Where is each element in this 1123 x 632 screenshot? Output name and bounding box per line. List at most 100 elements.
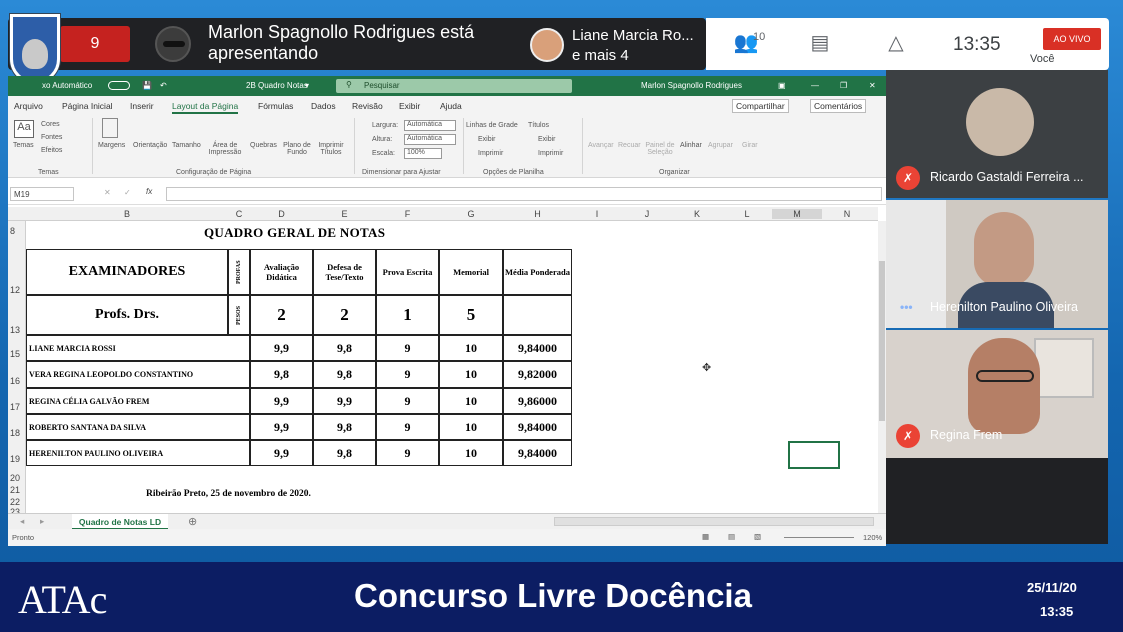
- examiner-name[interactable]: HERENILTON PAULINO OLIVEIRA: [26, 440, 250, 466]
- escala-input[interactable]: 100%: [404, 148, 442, 159]
- tab-layout-da-pagina[interactable]: Layout da Página: [172, 101, 239, 114]
- search-input[interactable]: Pesquisar: [336, 79, 572, 93]
- average-cell[interactable]: 9,84000: [503, 440, 572, 466]
- name-box[interactable]: M19: [10, 187, 74, 201]
- close-icon[interactable]: ✕: [869, 81, 876, 90]
- agrupar-button[interactable]: Agrupar: [708, 142, 733, 149]
- weight-cell[interactable]: 1: [376, 295, 439, 335]
- activities-icon[interactable]: △: [882, 30, 910, 54]
- titulos-exibir-checkbox[interactable]: Exibir: [538, 136, 556, 143]
- ribbon-display-icon[interactable]: ▣: [778, 81, 786, 90]
- girar-button[interactable]: Girar: [742, 142, 758, 149]
- recuar-button[interactable]: Recuar: [618, 142, 641, 149]
- examiner-name[interactable]: REGINA CÉLIA GALVÃO FREM: [26, 388, 250, 414]
- profs-header[interactable]: Profs. Drs.: [26, 295, 228, 335]
- examiner-name[interactable]: LIANE MARCIA ROSSI: [26, 335, 250, 361]
- col-header[interactable]: E: [313, 209, 376, 219]
- painel-selecao-button[interactable]: Painel de Seleção: [644, 142, 676, 156]
- fontes-button[interactable]: Fontes: [41, 134, 62, 141]
- tab-revisao[interactable]: Revisão: [352, 101, 383, 111]
- average-cell[interactable]: 9,84000: [503, 414, 572, 440]
- col-header[interactable]: C: [228, 209, 250, 219]
- score-cell[interactable]: 9,8: [313, 414, 376, 440]
- selected-cell[interactable]: [788, 441, 840, 469]
- zoom-level[interactable]: 120%: [863, 533, 882, 542]
- score-cell[interactable]: 9: [376, 361, 439, 388]
- row-header[interactable]: 15: [10, 349, 20, 359]
- titulos-imprimir-checkbox[interactable]: Imprimir: [538, 150, 563, 157]
- restore-icon[interactable]: ❐: [840, 81, 847, 90]
- temas-button[interactable]: Temas: [13, 142, 34, 149]
- row-header[interactable]: 22: [10, 497, 20, 507]
- score-cell[interactable]: 9,9: [250, 414, 313, 440]
- function-icon[interactable]: fx: [146, 187, 152, 196]
- score-cell[interactable]: 9,9: [250, 440, 313, 466]
- row-header[interactable]: 18: [10, 428, 20, 438]
- score-cell[interactable]: 10: [439, 440, 503, 466]
- sheet-tab-active[interactable]: Quadro de Notas LD: [72, 514, 168, 530]
- page-layout-icon[interactable]: ▤: [728, 532, 735, 541]
- notas-vertical-label[interactable]: PROFAS: [228, 249, 250, 295]
- examiners-header[interactable]: EXAMINADORES: [26, 249, 228, 295]
- col-header[interactable]: K: [672, 209, 722, 219]
- tab-next-icon[interactable]: ▸: [40, 516, 44, 527]
- horizontal-scrollbar[interactable]: [554, 517, 874, 526]
- normal-view-icon[interactable]: ▦: [702, 532, 709, 541]
- score-cell[interactable]: 9: [376, 414, 439, 440]
- tab-pagina-inicial[interactable]: Página Inicial: [62, 101, 113, 111]
- vertical-scrollbar[interactable]: [878, 221, 886, 513]
- examiner-name[interactable]: ROBERTO SANTANA DA SILVA: [26, 414, 250, 440]
- row-header[interactable]: 19: [10, 454, 20, 464]
- average-cell[interactable]: 9,84000: [503, 335, 572, 361]
- average-cell[interactable]: 9,82000: [503, 361, 572, 388]
- score-cell[interactable]: 10: [439, 335, 503, 361]
- zoom-slider[interactable]: [784, 537, 854, 538]
- col-header[interactable]: N: [822, 209, 872, 219]
- undo-icon[interactable]: ↶: [160, 81, 167, 90]
- row-header[interactable]: 17: [10, 402, 20, 412]
- tab-exibir[interactable]: Exibir: [399, 101, 420, 111]
- tab-dados[interactable]: Dados: [311, 101, 336, 111]
- average-cell[interactable]: 9,86000: [503, 388, 572, 414]
- linhas-exibir-checkbox[interactable]: Exibir: [478, 136, 496, 143]
- themes-icon[interactable]: Aa: [14, 120, 34, 138]
- score-cell[interactable]: 10: [439, 388, 503, 414]
- filename[interactable]: 2B Quadro Notas: [246, 81, 308, 90]
- col-header[interactable]: B: [26, 209, 228, 219]
- tab-inserir[interactable]: Inserir: [130, 101, 154, 111]
- cancel-icon[interactable]: ✕: [104, 188, 111, 197]
- chat-icon[interactable]: ▤: [806, 30, 834, 54]
- plano-fundo-button[interactable]: Plano de Fundo: [282, 142, 312, 156]
- participant-tile[interactable]: ••• Herenilton Paulino Oliveira: [886, 200, 1108, 328]
- row-header[interactable]: 16: [10, 376, 20, 386]
- row-header[interactable]: 8: [10, 226, 15, 236]
- imprimir-titulos-button[interactable]: Imprimir Títulos: [316, 142, 346, 156]
- row-header[interactable]: 21: [10, 485, 20, 495]
- row-header[interactable]: 12: [10, 285, 20, 295]
- col-header[interactable]: J: [622, 209, 672, 219]
- pesos-vertical-label[interactable]: PESOS: [228, 295, 250, 335]
- spreadsheet-grid[interactable]: QUADRO GERAL DE NOTAS EXAMINADORES PROFA…: [26, 221, 878, 513]
- weight-cell[interactable]: 2: [313, 295, 376, 335]
- score-cell[interactable]: 9: [376, 388, 439, 414]
- col-header[interactable]: G: [439, 209, 503, 219]
- enter-icon[interactable]: ✓: [124, 188, 131, 197]
- save-icon[interactable]: 💾: [142, 81, 152, 90]
- col-header[interactable]: L: [722, 209, 772, 219]
- autosave-toggle[interactable]: [108, 81, 130, 90]
- quebras-button[interactable]: Quebras: [250, 142, 277, 149]
- score-cell[interactable]: 9: [376, 440, 439, 466]
- weight-cell-empty[interactable]: [503, 295, 572, 335]
- header-media[interactable]: Média Ponderada: [503, 249, 572, 295]
- weight-cell[interactable]: 5: [439, 295, 503, 335]
- score-cell[interactable]: 10: [439, 414, 503, 440]
- chevron-down-icon[interactable]: ▾: [305, 81, 309, 90]
- weight-cell[interactable]: 2: [250, 295, 313, 335]
- col-header[interactable]: D: [250, 209, 313, 219]
- row-header[interactable]: 20: [10, 473, 20, 483]
- tab-prev-icon[interactable]: ◂: [20, 516, 24, 527]
- header-prova[interactable]: Prova Escrita: [376, 249, 439, 295]
- score-cell[interactable]: 9,9: [250, 335, 313, 361]
- altura-select[interactable]: Automática: [404, 134, 456, 145]
- examiner-name[interactable]: VERA REGINA LEOPOLDO CONSTANTINO: [26, 361, 250, 388]
